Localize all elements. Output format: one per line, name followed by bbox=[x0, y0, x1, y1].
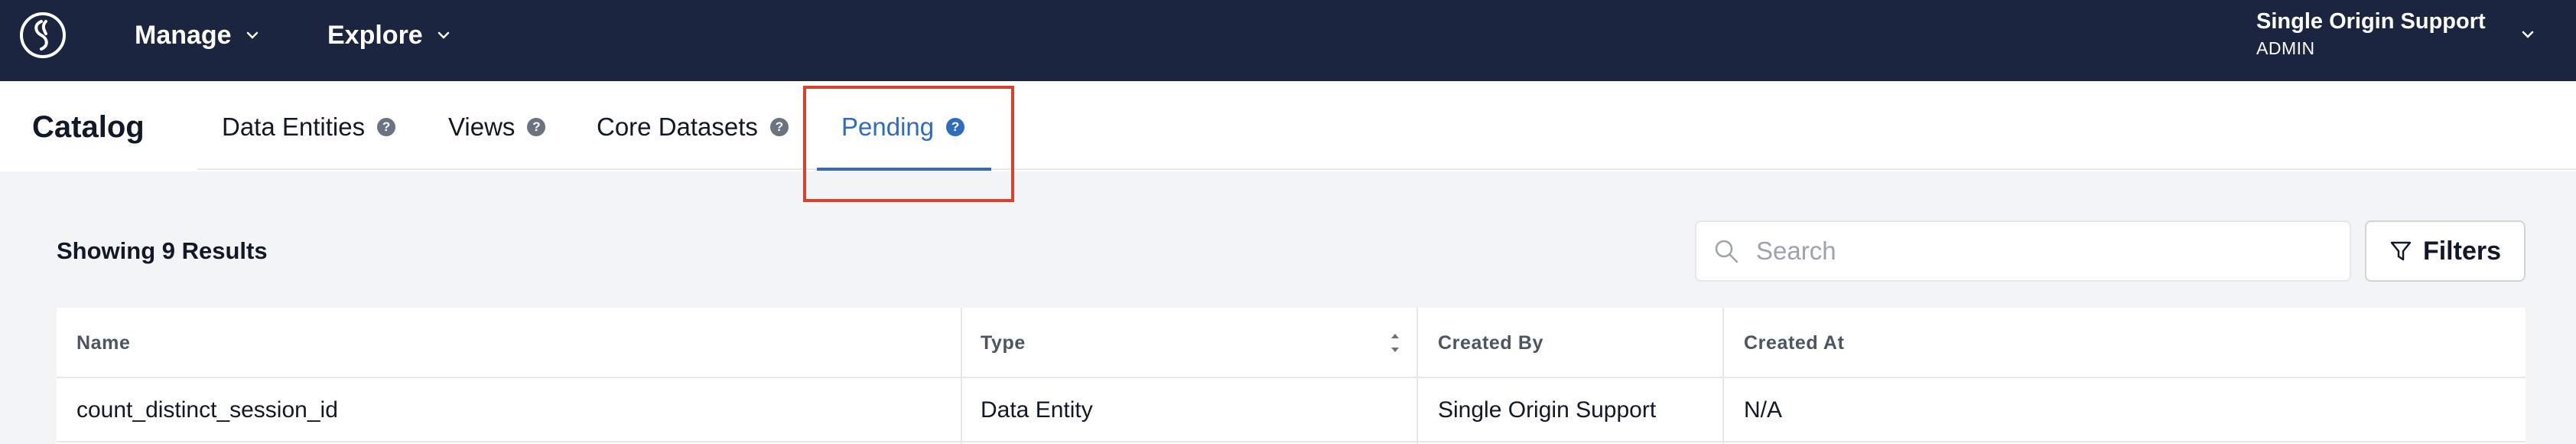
tab-data-entities[interactable]: Data Entities ? bbox=[222, 110, 396, 144]
page-title: Catalog bbox=[32, 110, 145, 144]
cell-created-by: Single Origin Support bbox=[1438, 397, 1657, 423]
cell-created-at: N/A bbox=[1744, 397, 1783, 423]
sort-icon[interactable] bbox=[1387, 326, 1403, 360]
column-header-created-at[interactable]: Created At bbox=[1744, 308, 1845, 378]
user-menu[interactable]: Single Origin Support ADMIN bbox=[2256, 8, 2486, 61]
search-icon bbox=[1715, 240, 1738, 263]
filters-button[interactable]: Filters bbox=[2365, 220, 2526, 282]
chevron-down-icon bbox=[246, 31, 258, 39]
results-count: Showing 9 Results bbox=[57, 237, 268, 264]
table-header: Name Type Created By Created At bbox=[57, 308, 2526, 378]
tab-core-datasets[interactable]: Core Datasets ? bbox=[597, 110, 789, 144]
tab-label: Core Datasets bbox=[597, 113, 758, 141]
user-role: ADMIN bbox=[2256, 38, 2315, 58]
cell-name: count_distinct_session_id bbox=[76, 397, 338, 423]
catalog-header: Catalog Data Entities ? Views ? Core Dat… bbox=[0, 81, 2576, 171]
column-header-type[interactable]: Type bbox=[981, 308, 1026, 378]
chevron-down-icon bbox=[437, 31, 449, 39]
tab-label: Views bbox=[448, 113, 516, 141]
highlight-annotation bbox=[803, 86, 1014, 202]
help-icon[interactable]: ? bbox=[769, 118, 789, 136]
chevron-down-icon[interactable] bbox=[2521, 28, 2535, 41]
search-field[interactable] bbox=[1695, 220, 2351, 282]
top-navigation-bar: Manage Explore Single Origin Support ADM… bbox=[0, 0, 2576, 81]
explore-menu-label: Explore bbox=[327, 20, 423, 50]
tab-views[interactable]: Views ? bbox=[448, 110, 546, 144]
cell-type: Data Entity bbox=[981, 397, 1093, 423]
filters-label: Filters bbox=[2422, 236, 2502, 266]
explore-menu[interactable]: Explore bbox=[327, 0, 450, 70]
help-icon[interactable]: ? bbox=[377, 118, 396, 136]
help-icon[interactable]: ? bbox=[527, 118, 546, 136]
swirl-logo-icon[interactable] bbox=[18, 11, 67, 60]
results-table: Name Type Created By Created At count_di… bbox=[57, 308, 2526, 444]
tabs-divider bbox=[197, 168, 2576, 170]
tab-label: Data Entities bbox=[222, 113, 366, 141]
manage-menu-label: Manage bbox=[135, 20, 232, 50]
manage-menu[interactable]: Manage bbox=[135, 0, 259, 70]
filter-icon bbox=[2390, 241, 2412, 261]
user-name: Single Origin Support bbox=[2256, 9, 2486, 34]
column-header-created-by[interactable]: Created By bbox=[1438, 308, 1543, 378]
search-input[interactable] bbox=[1756, 237, 2337, 266]
table-row[interactable]: count_distinct_session_id Data Entity Si… bbox=[57, 378, 2526, 442]
column-header-name[interactable]: Name bbox=[76, 308, 131, 378]
